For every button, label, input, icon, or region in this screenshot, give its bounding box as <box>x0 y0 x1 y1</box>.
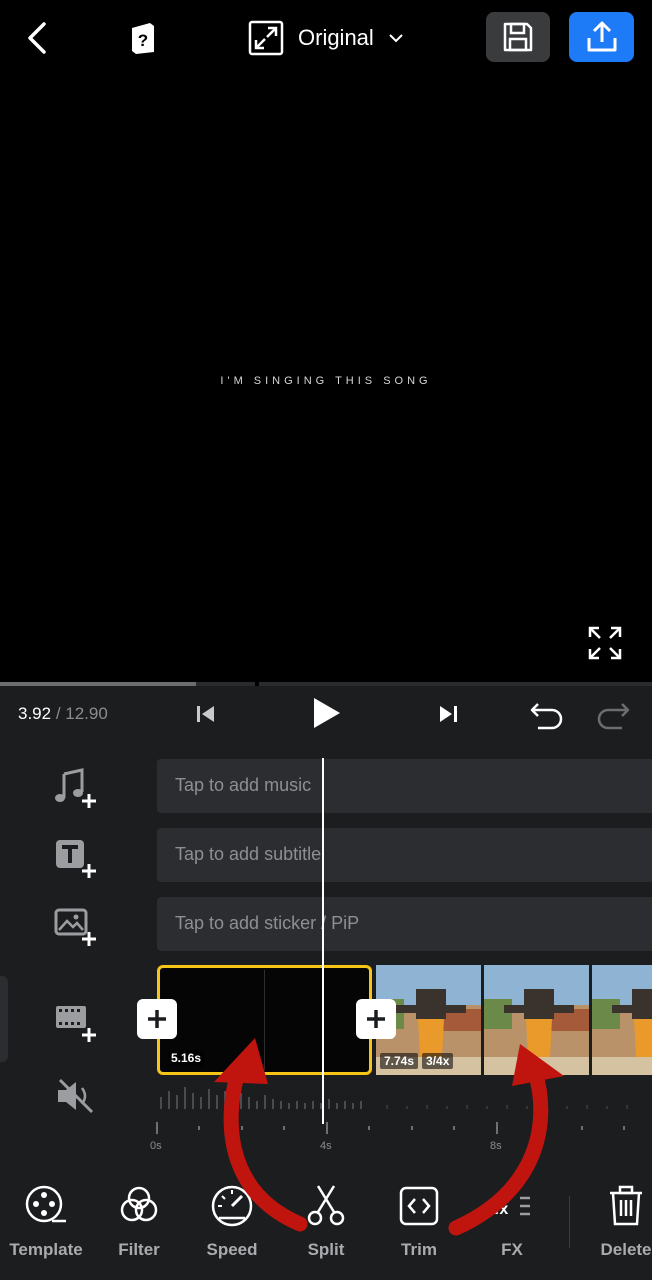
split-label: Split <box>307 1240 345 1259</box>
template-icon <box>25 1185 66 1223</box>
back-icon <box>28 22 46 54</box>
trim-tool[interactable]: Trim <box>373 1184 465 1274</box>
ruler-ticks <box>156 1122 625 1134</box>
export-icon <box>587 21 616 52</box>
preview-caption: I'M SINGING THIS SONG <box>220 375 432 387</box>
speed-label: Speed <box>206 1240 258 1259</box>
fx-tool[interactable]: fx FX <box>466 1184 558 1274</box>
fx-label: FX <box>501 1240 523 1259</box>
clip-frame-divider <box>264 970 265 1070</box>
play-button[interactable] <box>308 694 344 732</box>
ruler-label: 8s <box>490 1140 502 1152</box>
speed-icon <box>211 1185 253 1227</box>
back-button[interactable] <box>22 20 52 56</box>
video-preview[interactable]: I'M SINGING THIS SONG <box>0 78 652 682</box>
add-music-button[interactable] <box>52 768 100 812</box>
guide-icon: ? <box>132 23 154 54</box>
save-draft-button[interactable] <box>486 12 550 62</box>
clip-badges: 7.74s 3/4x <box>380 1053 454 1069</box>
music-track-placeholder: Tap to add music <box>175 775 312 795</box>
redo-button[interactable] <box>594 698 632 730</box>
playhead[interactable] <box>322 758 324 1124</box>
split-icon <box>307 1185 345 1226</box>
filter-tool[interactable]: Filter <box>93 1184 185 1274</box>
aspect-ratio-selector[interactable]: Original <box>248 18 404 58</box>
skip-previous-button[interactable] <box>192 700 220 728</box>
ruler-label: 0s <box>150 1140 162 1152</box>
trim-label: Trim <box>401 1240 437 1259</box>
time-separator: / <box>51 704 66 723</box>
filter-icon <box>120 1186 158 1222</box>
subtitle-track-placeholder: Tap to add subtitle <box>175 844 322 864</box>
top-bar: ? Original <box>0 0 652 78</box>
ruler-label: 4s <box>320 1140 332 1152</box>
fullscreen-button[interactable] <box>586 624 624 662</box>
video-clip-selected[interactable]: 5.16s <box>157 965 372 1075</box>
split-tool[interactable]: Split <box>280 1184 372 1274</box>
add-music-icon <box>55 768 96 808</box>
clip-thumbnail <box>592 965 652 1075</box>
side-panel-handle[interactable] <box>0 976 8 1062</box>
aspect-ratio-label: Original <box>298 25 374 50</box>
play-icon <box>314 698 340 728</box>
add-transition-button[interactable] <box>356 999 396 1039</box>
filter-label: Filter <box>118 1240 160 1259</box>
clip-thumbnail <box>484 965 591 1075</box>
mute-icon <box>58 1078 94 1114</box>
fx-icon: fx <box>494 1196 530 1218</box>
svg-text:fx: fx <box>494 1201 508 1218</box>
toolbar-divider <box>569 1196 570 1248</box>
undo-button[interactable] <box>528 698 566 730</box>
mute-original-audio-button[interactable] <box>52 1076 100 1116</box>
sticker-track-placeholder: Tap to add sticker / PiP <box>175 913 360 933</box>
svg-text:?: ? <box>138 31 148 50</box>
subtitle-track[interactable]: Tap to add subtitle <box>157 828 652 882</box>
aspect-ratio-icon <box>248 20 284 56</box>
skip-previous-icon <box>197 706 214 722</box>
sticker-track[interactable]: Tap to add sticker / PiP <box>157 897 652 951</box>
export-button[interactable] <box>569 12 634 62</box>
delete-label: Delete <box>600 1240 652 1259</box>
plus-icon <box>367 1010 385 1028</box>
bottom-toolbar: Template Filter Speed Split Trim fx FX D… <box>0 1170 652 1280</box>
save-draft-icon <box>503 22 533 52</box>
chevron-down-icon <box>389 34 403 43</box>
add-transition-button[interactable] <box>137 999 177 1039</box>
video-clip[interactable]: 7.74s 3/4x <box>376 965 652 1075</box>
clip-duration: 5.16s <box>168 1050 205 1066</box>
audio-waveform <box>160 1087 628 1109</box>
fullscreen-icon <box>588 626 622 660</box>
add-text-icon <box>56 840 96 878</box>
add-clip-icon <box>56 1006 96 1042</box>
time-readout: 3.92 / 12.90 <box>18 704 108 724</box>
add-sticker-button[interactable] <box>52 906 100 950</box>
timeline-ruler[interactable]: 0s 4s 8s <box>150 1122 652 1156</box>
speed-tool[interactable]: Speed <box>186 1184 278 1274</box>
template-tool[interactable]: Template <box>0 1184 92 1274</box>
redo-icon <box>597 703 630 730</box>
guide-button[interactable]: ? <box>126 20 160 56</box>
clip-speed: 3/4x <box>422 1053 454 1069</box>
add-sticker-icon <box>54 908 96 946</box>
skip-next-icon <box>440 706 457 722</box>
add-subtitle-button[interactable] <box>52 838 100 882</box>
trim-icon <box>399 1186 439 1226</box>
add-clip-button[interactable] <box>52 1000 100 1044</box>
skip-next-button[interactable] <box>434 700 462 728</box>
template-label: Template <box>9 1240 83 1259</box>
undo-icon <box>530 703 563 730</box>
delete-icon <box>610 1185 642 1226</box>
current-time: 3.92 <box>18 704 52 723</box>
clip-duration: 7.74s <box>380 1053 419 1069</box>
delete-tool[interactable]: Delete <box>580 1184 652 1274</box>
total-time: 12.90 <box>65 704 108 723</box>
plus-icon <box>148 1010 166 1028</box>
music-track[interactable]: Tap to add music <box>157 759 652 813</box>
